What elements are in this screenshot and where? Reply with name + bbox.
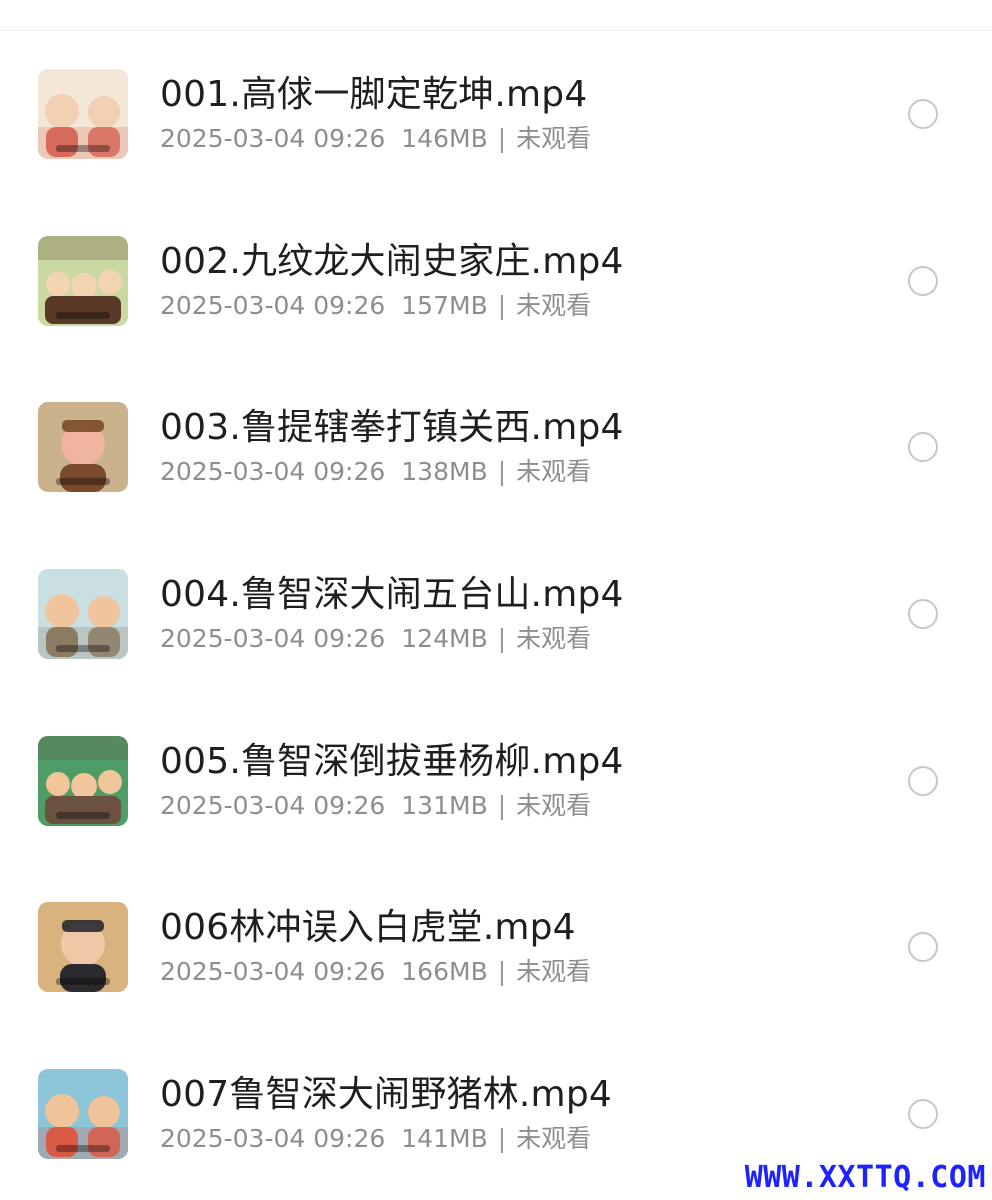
- meta-separator: |: [497, 1124, 507, 1153]
- select-radio[interactable]: [908, 932, 938, 962]
- video-thumbnail: [38, 902, 128, 992]
- file-size: 131MB: [401, 791, 488, 820]
- file-item[interactable]: 004.鲁智深大闹五台山.mp4 2025-03-04 09:26 124MB | 未…: [0, 569, 992, 689]
- file-item[interactable]: 006林冲误入白虎堂.mp4 2025-03-04 09:26 166MB | 未观看: [0, 902, 992, 1022]
- meta-separator: |: [497, 957, 507, 986]
- file-meta: 2025-03-04 09:26 146MB | 未观看: [160, 123, 591, 155]
- file-date: 2025-03-04 09:26: [160, 124, 386, 153]
- video-thumbnail: [38, 1069, 128, 1159]
- file-size: 141MB: [401, 1124, 488, 1153]
- file-item[interactable]: 003.鲁提辖拳打镇关西.mp4 2025-03-04 09:26 138MB | 未…: [0, 402, 992, 522]
- file-meta: 2025-03-04 09:26 124MB | 未观看: [160, 623, 591, 655]
- file-size: 157MB: [401, 291, 488, 320]
- file-item[interactable]: 001.高俅一脚定乾坤.mp4 2025-03-04 09:26 146MB | 未观…: [0, 69, 992, 189]
- site-watermark: WWW.XXTTQ.COM: [744, 1160, 986, 1195]
- select-radio[interactable]: [908, 266, 938, 296]
- meta-separator: |: [497, 291, 507, 320]
- video-thumbnail: [38, 736, 128, 826]
- select-radio[interactable]: [908, 599, 938, 629]
- meta-separator: |: [497, 624, 507, 653]
- meta-separator: |: [497, 791, 507, 820]
- file-name: 003.鲁提辖拳打镇关西.mp4: [160, 407, 624, 448]
- watch-status: 未观看: [516, 624, 592, 653]
- meta-separator: |: [497, 124, 507, 153]
- meta-separator: |: [497, 457, 507, 486]
- file-date: 2025-03-04 09:26: [160, 791, 386, 820]
- file-meta: 2025-03-04 09:26 141MB | 未观看: [160, 1123, 591, 1155]
- file-meta: 2025-03-04 09:26 157MB | 未观看: [160, 290, 591, 322]
- file-date: 2025-03-04 09:26: [160, 1124, 386, 1153]
- select-radio[interactable]: [908, 766, 938, 796]
- file-name: 007鲁智深大闹野猪林.mp4: [160, 1074, 612, 1115]
- watch-status: 未观看: [516, 1124, 592, 1153]
- watch-status: 未观看: [516, 124, 592, 153]
- file-date: 2025-03-04 09:26: [160, 957, 386, 986]
- file-name: 006林冲误入白虎堂.mp4: [160, 907, 576, 948]
- file-name: 002.九纹龙大闹史家庄.mp4: [160, 241, 624, 282]
- file-meta: 2025-03-04 09:26 131MB | 未观看: [160, 790, 591, 822]
- file-size: 146MB: [401, 124, 488, 153]
- video-file-list: 001.高俅一脚定乾坤.mp4 2025-03-04 09:26 146MB | 未观…: [0, 0, 992, 1200]
- file-item[interactable]: 002.九纹龙大闹史家庄.mp4 2025-03-04 09:26 157MB | 未…: [0, 236, 992, 356]
- file-date: 2025-03-04 09:26: [160, 291, 386, 320]
- file-name: 001.高俅一脚定乾坤.mp4: [160, 74, 588, 115]
- file-name: 005.鲁智深倒拔垂杨柳.mp4: [160, 741, 624, 782]
- file-size: 166MB: [401, 957, 488, 986]
- file-meta: 2025-03-04 09:26 166MB | 未观看: [160, 956, 591, 988]
- watch-status: 未观看: [516, 291, 592, 320]
- video-thumbnail: [38, 569, 128, 659]
- video-thumbnail: [38, 236, 128, 326]
- file-meta: 2025-03-04 09:26 138MB | 未观看: [160, 456, 591, 488]
- watch-status: 未观看: [516, 957, 592, 986]
- file-name: 004.鲁智深大闹五台山.mp4: [160, 574, 624, 615]
- watch-status: 未观看: [516, 457, 592, 486]
- video-thumbnail: [38, 402, 128, 492]
- select-radio[interactable]: [908, 99, 938, 129]
- file-size: 138MB: [401, 457, 488, 486]
- select-radio[interactable]: [908, 1099, 938, 1129]
- watch-status: 未观看: [516, 791, 592, 820]
- select-radio[interactable]: [908, 432, 938, 462]
- file-date: 2025-03-04 09:26: [160, 624, 386, 653]
- file-size: 124MB: [401, 624, 488, 653]
- video-thumbnail: [38, 69, 128, 159]
- file-item[interactable]: 005.鲁智深倒拔垂杨柳.mp4 2025-03-04 09:26 131MB | 未…: [0, 736, 992, 856]
- file-date: 2025-03-04 09:26: [160, 457, 386, 486]
